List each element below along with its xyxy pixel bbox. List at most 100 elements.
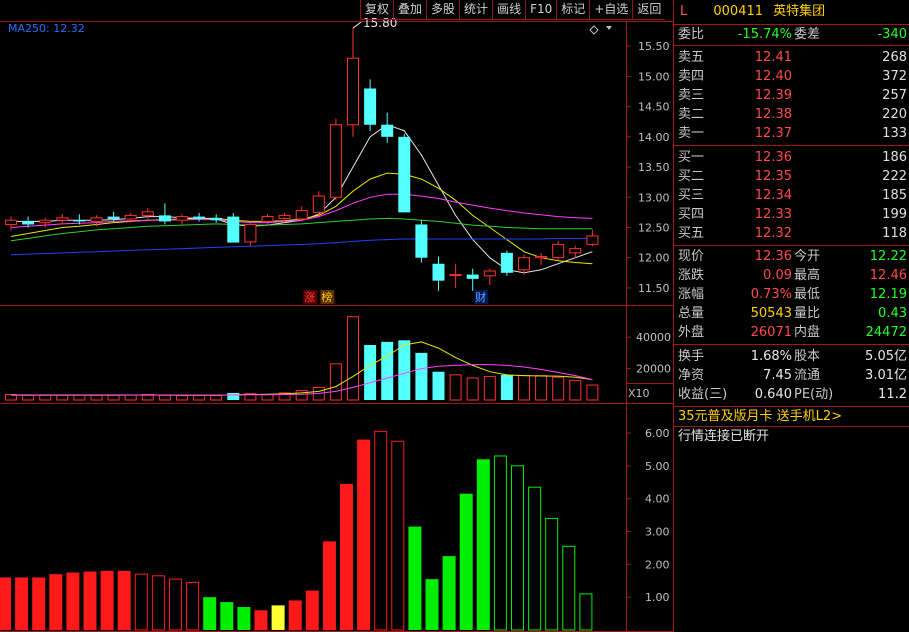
quote-value: 26071 bbox=[750, 325, 792, 340]
candle-body bbox=[415, 224, 428, 258]
quote-stats: 现价 12.36 今开 12.22 涨跌 0.09 最高 12.46 涨幅 0.73% 最低 12.1… bbox=[674, 246, 909, 345]
sell-price: 12.39 bbox=[754, 88, 792, 103]
volume-unit-label: X10 bbox=[628, 387, 650, 400]
fundamental-row: 净资 7.45 流通 3.01亿 bbox=[674, 366, 909, 385]
indicator-bar bbox=[134, 573, 148, 631]
price-tick-label: 15.50 bbox=[638, 40, 670, 53]
indicator-tick-label: 1.00 bbox=[645, 591, 670, 604]
candle-body bbox=[176, 216, 188, 221]
toolbar-button[interactable]: 叠加 bbox=[393, 0, 427, 20]
sell-level-label: 卖三 bbox=[678, 88, 705, 103]
chart-area[interactable]: 15.50 15.00 14.50 14.00 13.50 13.00 12.50 12.00… bbox=[0, 0, 673, 632]
promo-link[interactable]: 35元普及版月卡 送手机L2> bbox=[674, 407, 909, 427]
indicator-bar bbox=[288, 600, 302, 630]
volume-tick-label: 20000 bbox=[636, 363, 671, 376]
buy-volume: 222 bbox=[882, 169, 907, 184]
toolbar-button[interactable]: 统计 bbox=[459, 0, 493, 20]
fundamental-row: 收益(三) 0.640 PE(动) 11.2 bbox=[674, 385, 909, 404]
chart-toolbar: 复权 叠加 多股 统计 画线 F10 标记 +自选 返回 bbox=[360, 0, 666, 20]
volume-bar bbox=[22, 394, 35, 401]
fundamental-value: 1.68% bbox=[750, 349, 792, 364]
weibi-value: -15.74% bbox=[737, 27, 792, 42]
volume-bar bbox=[176, 395, 188, 401]
volume-bar bbox=[398, 340, 411, 400]
volume-bar bbox=[535, 375, 548, 401]
buy-price: 12.36 bbox=[754, 150, 792, 165]
sell-level-label: 卖二 bbox=[678, 107, 705, 122]
candle-body bbox=[398, 136, 411, 213]
toolbar-button[interactable]: 画线 bbox=[492, 0, 526, 20]
buy-level-label: 买二 bbox=[678, 169, 705, 184]
price-ma-line bbox=[10, 237, 593, 256]
high-pointer bbox=[352, 21, 362, 29]
quote-value: 12.46 bbox=[869, 268, 907, 283]
indicator-bar bbox=[32, 577, 46, 630]
indicator-tick-label: 5.00 bbox=[645, 460, 670, 473]
price-tick-label: 12.00 bbox=[638, 252, 670, 265]
event-marker: 财 bbox=[475, 290, 486, 304]
buy-price: 12.33 bbox=[754, 207, 792, 222]
triangle-icon bbox=[606, 26, 612, 30]
candle-body bbox=[141, 211, 154, 216]
sell-order-row: 卖三 12.39 257 bbox=[674, 86, 909, 105]
quote-label: 涨跌 bbox=[678, 268, 705, 283]
volume-bar bbox=[107, 394, 120, 401]
indicator-bar bbox=[220, 602, 234, 630]
sell-order-row: 卖二 12.38 220 bbox=[674, 105, 909, 124]
candle-body bbox=[535, 255, 548, 259]
kline-chart[interactable]: 15.50 15.00 14.50 14.00 13.50 13.00 12.50 12.00… bbox=[0, 0, 673, 632]
indicator-bar bbox=[237, 607, 251, 630]
indicator-bar bbox=[0, 577, 11, 630]
candle-body bbox=[193, 216, 206, 220]
buy-level-label: 买一 bbox=[678, 150, 705, 165]
candle-body bbox=[552, 243, 565, 259]
toolbar-button[interactable]: 返回 bbox=[632, 0, 666, 20]
price-tick-label: 15.00 bbox=[638, 70, 670, 83]
fundamental-value: 7.45 bbox=[763, 368, 792, 383]
candle-body bbox=[227, 216, 240, 243]
indicator-bar bbox=[186, 581, 200, 631]
volume-bar bbox=[193, 394, 206, 401]
quote-label: 总量 bbox=[678, 306, 705, 321]
toolbar-button[interactable]: 标记 bbox=[556, 0, 590, 20]
l-marker: L bbox=[680, 4, 688, 19]
volume-bar bbox=[158, 394, 171, 401]
buy-order-row: 买三 12.34 185 bbox=[674, 186, 909, 205]
toolbar-button[interactable]: 多股 bbox=[426, 0, 460, 20]
price-tick-label: 12.50 bbox=[638, 221, 670, 234]
sell-volume: 220 bbox=[882, 107, 907, 122]
weibi-row: 委比 -15.74% 委差 -340 bbox=[674, 25, 909, 46]
indicator-tick-label: 4.00 bbox=[645, 493, 670, 506]
quote-label: 现价 bbox=[678, 249, 705, 264]
quote-label: 量比 bbox=[794, 306, 821, 321]
buy-level-label: 买五 bbox=[678, 226, 705, 241]
fundamental-label: 股本 bbox=[794, 349, 821, 364]
fundamental-value: 3.01亿 bbox=[865, 368, 907, 383]
quote-value: 0.09 bbox=[763, 268, 792, 283]
sell-volume: 133 bbox=[882, 126, 907, 141]
ma250-legend: MA250: 12.32 bbox=[8, 22, 85, 35]
toolbar-button[interactable]: F10 bbox=[525, 0, 557, 20]
quote-label: 外盘 bbox=[678, 325, 705, 340]
diamond-icon bbox=[589, 25, 599, 35]
candle-body bbox=[210, 217, 223, 221]
fundamental-stats: 换手 1.68% 股本 5.05亿 净资 7.45 流通 3.01亿 收益(三) 0.640 PE(… bbox=[674, 345, 909, 407]
volume-bar bbox=[552, 376, 565, 401]
quote-row: 总量 50543 量比 0.43 bbox=[674, 304, 909, 323]
toolbar-button[interactable]: +自选 bbox=[589, 0, 633, 20]
fundamental-value: 11.2 bbox=[878, 387, 907, 402]
event-marker: 榜 bbox=[321, 290, 332, 304]
candle-body bbox=[244, 223, 257, 243]
sell-level-label: 卖一 bbox=[678, 126, 705, 141]
candle-body bbox=[107, 216, 120, 220]
indicator-tick-label: 3.00 bbox=[645, 525, 670, 538]
indicator-bar bbox=[254, 610, 268, 630]
indicator-bar bbox=[408, 526, 422, 630]
toolbar-button[interactable]: 复权 bbox=[360, 0, 394, 20]
indicator-bar bbox=[66, 572, 80, 630]
price-tick-label: 13.50 bbox=[638, 161, 670, 174]
candle-body bbox=[5, 219, 17, 225]
sell-price: 12.40 bbox=[754, 69, 792, 84]
event-marker: 涨 bbox=[304, 291, 315, 304]
weibi-label: 委比 bbox=[678, 27, 705, 42]
